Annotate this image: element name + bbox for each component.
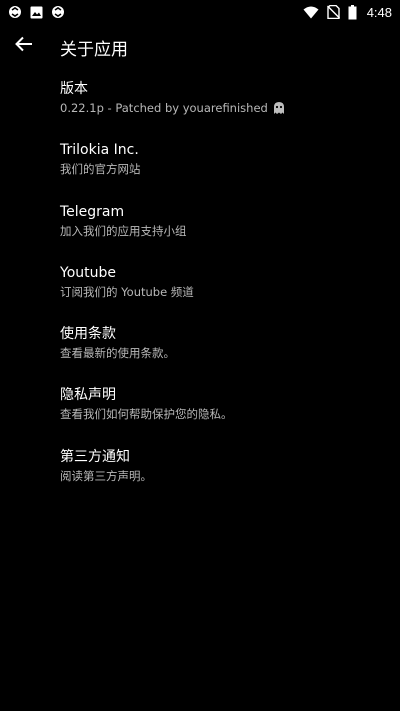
item-subtitle: 查看最新的使用条款。 xyxy=(60,346,175,361)
system-icons: 4:48 xyxy=(303,4,392,20)
item-subtitle: 我们的官方网站 xyxy=(60,162,141,177)
arrow-back-icon xyxy=(15,36,33,56)
item-title: 版本 xyxy=(60,81,88,97)
toolbar: 关于应用 xyxy=(0,24,400,64)
item-title: Youtube xyxy=(60,264,116,281)
sim-off-icon xyxy=(326,5,340,19)
list-item-website[interactable]: Trilokia Inc. 我们的官方网站 xyxy=(0,135,400,196)
wifi-icon xyxy=(303,6,319,19)
battery-icon xyxy=(348,4,357,20)
item-title: 第三方通知 xyxy=(60,448,130,465)
list-item-version[interactable]: 版本 0.22.1p - Patched by youarefinished xyxy=(0,74,400,135)
item-title: Trilokia Inc. xyxy=(60,142,139,159)
sync-icon xyxy=(51,5,65,19)
list-item-third-party[interactable]: 第三方通知 阅读第三方声明。 xyxy=(0,442,400,503)
list-item-privacy[interactable]: 隐私声明 查看我们如何帮助保护您的隐私。 xyxy=(0,380,400,441)
list-item-terms[interactable]: 使用条款 查看最新的使用条款。 xyxy=(0,319,400,380)
settings-list: 版本 0.22.1p - Patched by youarefinished T… xyxy=(0,74,400,503)
image-icon xyxy=(30,6,43,19)
notification-icons xyxy=(8,5,65,19)
ghost-icon xyxy=(272,101,286,115)
item-subtitle: 查看我们如何帮助保护您的隐私。 xyxy=(60,407,233,422)
sync-icon xyxy=(8,5,22,19)
item-title: 隐私声明 xyxy=(60,387,116,404)
item-subtitle: 加入我们的应用支持小组 xyxy=(60,223,187,238)
item-title: 使用条款 xyxy=(60,326,116,343)
list-item-youtube[interactable]: Youtube 订阅我们的 Youtube 频道 xyxy=(0,258,400,319)
status-bar: 4:48 xyxy=(0,0,400,24)
page-title: 关于应用 xyxy=(60,40,128,60)
item-subtitle-row: 0.22.1p - Patched by youarefinished xyxy=(60,99,400,117)
back-button[interactable] xyxy=(10,32,38,60)
list-item-telegram[interactable]: Telegram 加入我们的应用支持小组 xyxy=(0,197,400,258)
item-title: Telegram xyxy=(60,203,125,220)
item-subtitle: 阅读第三方声明。 xyxy=(60,468,152,483)
status-time: 4:48 xyxy=(366,4,392,20)
item-subtitle: 0.22.1p - Patched by youarefinished xyxy=(60,101,268,115)
item-subtitle: 订阅我们的 Youtube 频道 xyxy=(60,284,194,299)
